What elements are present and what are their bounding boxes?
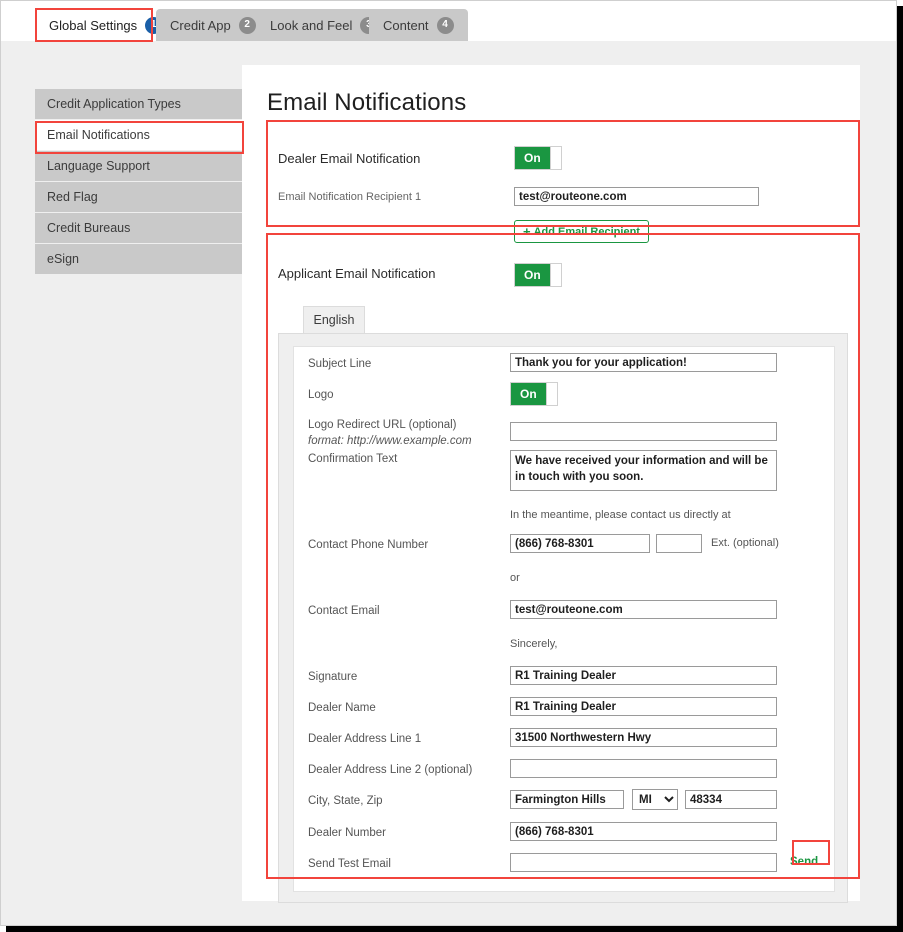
sidebar-item-red-flag[interactable]: Red Flag <box>35 182 244 213</box>
city-state-zip-label: City, State, Zip <box>308 795 383 807</box>
recipient-1-input[interactable] <box>514 187 759 206</box>
language-tab-english[interactable]: English <box>303 306 365 333</box>
dealer-number-input[interactable] <box>510 822 777 841</box>
dealer-email-notification-toggle[interactable]: On <box>514 146 562 170</box>
tab-credit-app[interactable]: Credit App 2 <box>156 9 270 41</box>
dealer-number-label: Dealer Number <box>308 827 386 839</box>
dealer-email-notification-section: Dealer Email Notification On Email Notif… <box>266 144 860 250</box>
sidebar-item-email-notifications[interactable]: Email Notifications <box>35 120 244 151</box>
contact-phone-number-input[interactable] <box>510 534 650 553</box>
sidebar-item-label: eSign <box>47 252 79 266</box>
language-tab-label: English <box>313 313 355 327</box>
add-email-recipient-label: Add Email Recipient <box>533 225 640 238</box>
toggle-state-label: On <box>524 151 541 165</box>
dealer-section-title: Dealer Email Notification <box>278 151 421 166</box>
logo-redirect-url-format: format: http://www.example.com <box>308 434 472 447</box>
settings-sidebar: Credit Application Types Email Notificat… <box>35 89 244 275</box>
sidebar-item-esign[interactable]: eSign <box>35 244 244 275</box>
window-shadow-right <box>897 6 903 932</box>
content-panel: Email Notifications Dealer Email Notific… <box>242 65 860 903</box>
or-separator-text: or <box>510 572 520 584</box>
logo-toggle[interactable]: On <box>510 382 558 406</box>
add-email-recipient-button[interactable]: + Add Email Recipient <box>514 220 649 243</box>
email-template-form: Subject Line Logo On <box>293 346 835 892</box>
applicant-section-title: Applicant Email Notification <box>278 266 436 281</box>
language-tab-strip: English <box>303 306 365 333</box>
tab-content[interactable]: Content 4 <box>369 9 468 41</box>
page-body: Credit Application Types Email Notificat… <box>1 41 896 925</box>
confirmation-text-textarea[interactable] <box>510 450 777 491</box>
toggle-state-label: On <box>520 387 537 401</box>
toggle-knob <box>550 147 561 169</box>
sidebar-item-label: Credit Bureaus <box>47 221 131 235</box>
sidebar-item-label: Email Notifications <box>47 128 150 142</box>
send-test-email-input[interactable] <box>510 853 777 872</box>
contact-email-label: Contact Email <box>308 605 380 617</box>
window-shadow-bottom <box>6 926 903 932</box>
page-title: Email Notifications <box>267 89 467 116</box>
logo-label: Logo <box>308 389 334 401</box>
signature-input[interactable] <box>510 666 777 685</box>
sidebar-item-label: Red Flag <box>47 190 98 204</box>
sidebar-item-credit-application-types[interactable]: Credit Application Types <box>35 89 244 120</box>
contact-phone-ext-input[interactable] <box>656 534 702 553</box>
state-select[interactable]: MI <box>632 789 678 810</box>
applicant-email-notification-section: Applicant Email Notification On English <box>266 257 860 903</box>
dealer-address-line-2-label: Dealer Address Line 2 (optional) <box>308 764 473 776</box>
signature-label: Signature <box>308 671 358 683</box>
tab-badge: 2 <box>238 16 256 34</box>
dealer-address-line-1-label: Dealer Address Line 1 <box>308 733 422 745</box>
logo-redirect-url-text: Logo Redirect URL (optional) <box>308 419 457 431</box>
subject-line-label: Subject Line <box>308 358 372 370</box>
send-test-email-label: Send Test Email <box>308 858 391 870</box>
contact-email-input[interactable] <box>510 600 777 619</box>
zip-input[interactable] <box>685 790 777 809</box>
tab-label: Credit App <box>170 17 231 33</box>
sidebar-item-label: Language Support <box>47 159 150 173</box>
confirmation-text-label: Confirmation Text <box>308 453 398 465</box>
plus-icon: + <box>523 224 531 239</box>
dealer-name-label: Dealer Name <box>308 702 376 714</box>
dealer-name-input[interactable] <box>510 697 777 716</box>
application-window: Global Settings 1 Credit App 2 Look and … <box>0 0 897 926</box>
recipient-1-label: Email Notification Recipient 1 <box>278 191 422 203</box>
tab-badge: 4 <box>436 16 454 34</box>
logo-redirect-url-input[interactable] <box>510 422 777 441</box>
tab-global-settings[interactable]: Global Settings 1 <box>35 9 177 41</box>
language-panel: Subject Line Logo On <box>278 333 848 903</box>
sincerely-text: Sincerely, <box>510 638 558 650</box>
toggle-state-label: On <box>524 268 541 282</box>
dealer-address-line-2-input[interactable] <box>510 759 777 778</box>
contact-phone-number-label: Contact Phone Number <box>308 539 429 551</box>
primary-tab-strip: Global Settings 1 Credit App 2 Look and … <box>1 1 896 41</box>
tab-label: Global Settings <box>49 17 138 33</box>
dealer-address-line-1-input[interactable] <box>510 728 777 747</box>
tab-label: Look and Feel <box>270 17 353 33</box>
sidebar-item-label: Credit Application Types <box>47 97 181 111</box>
contact-phone-ext-label: Ext. (optional) <box>711 537 779 549</box>
logo-redirect-url-label: Logo Redirect URL (optional) format: htt… <box>308 418 472 449</box>
toggle-knob <box>550 264 561 286</box>
toggle-knob <box>546 383 557 405</box>
tab-label: Content <box>383 17 429 33</box>
applicant-email-notification-toggle[interactable]: On <box>514 263 562 287</box>
sidebar-item-language-support[interactable]: Language Support <box>35 151 244 182</box>
subject-line-input[interactable] <box>510 353 777 372</box>
city-input[interactable] <box>510 790 624 809</box>
sidebar-item-credit-bureaus[interactable]: Credit Bureaus <box>35 213 244 244</box>
meantime-helper-text: In the meantime, please contact us direc… <box>510 509 731 521</box>
send-test-email-button[interactable]: Send <box>790 856 818 868</box>
